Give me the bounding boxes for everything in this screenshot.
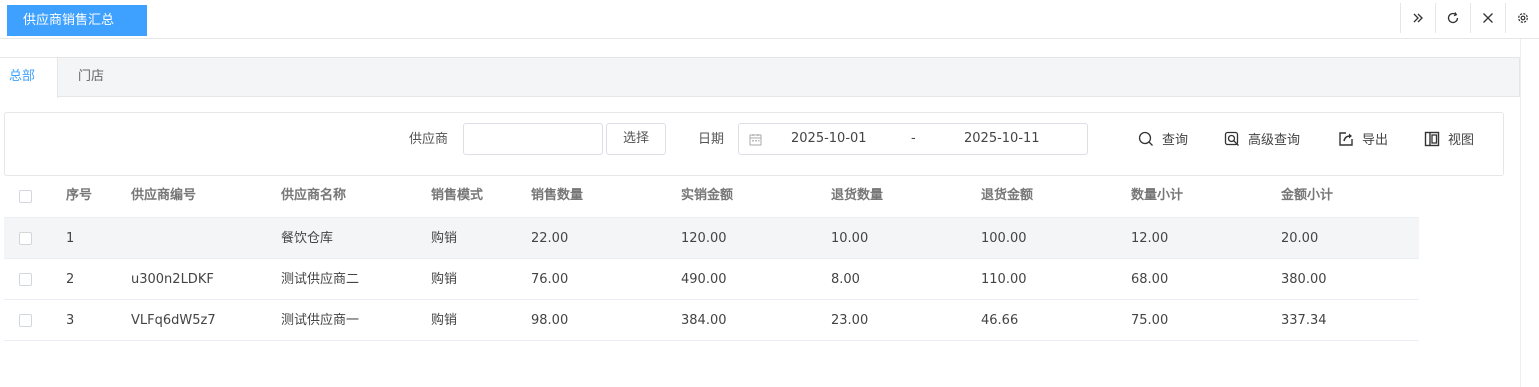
org-tabs: 总部 门店	[0, 57, 1520, 98]
cell-actual-amount: 384.00	[681, 313, 727, 328]
table-row[interactable]: 3 VLFq6dW5z7 测试供应商一 购销 98.00 384.00 23.0…	[4, 300, 1419, 341]
date-label: 日期	[698, 132, 725, 147]
date-end[interactable]: 2025-10-11	[964, 131, 1040, 146]
calendar-icon	[749, 134, 762, 146]
vertical-divider	[1520, 39, 1521, 387]
table-header: 序号 供应商编号 供应商名称 销售模式 销售数量 实销金额 退货数量 退货金额 …	[4, 176, 1419, 218]
header-supplier-code[interactable]: 供应商编号	[131, 176, 196, 217]
cell-supplier-name: 测试供应商二	[281, 272, 360, 287]
cell-sales-mode: 购销	[431, 313, 458, 328]
cell-return-amount: 110.00	[981, 272, 1027, 287]
header-actual-amount[interactable]: 实销金额	[681, 176, 733, 217]
cell-qty-subtotal: 12.00	[1131, 231, 1169, 246]
tab-stores[interactable]: 门店	[78, 58, 104, 98]
advanced-search-icon	[1224, 131, 1239, 146]
header-return-qty[interactable]: 退货数量	[831, 176, 883, 217]
cell-qty-subtotal: 75.00	[1131, 313, 1169, 328]
table-row[interactable]: 1 餐饮仓库 购销 22.00 120.00 10.00 100.00 12.0…	[4, 218, 1419, 259]
date-start[interactable]: 2025-10-01	[791, 131, 867, 146]
view-icon	[1424, 131, 1440, 146]
cell-sales-qty: 98.00	[531, 313, 569, 328]
page-tab[interactable]: 供应商销售汇总	[7, 5, 147, 36]
view-label: 视图	[1448, 133, 1475, 148]
date-range-picker[interactable]: 2025-10-01 - 2025-10-11	[738, 123, 1088, 155]
header-amount-subtotal[interactable]: 金额小计	[1281, 176, 1333, 217]
cell-sales-qty: 76.00	[531, 272, 569, 287]
search-icon	[1138, 131, 1153, 146]
filter-panel: 供应商 选择 日期 2025-10-01 - 2025-10-11 查询 高级查…	[4, 112, 1504, 176]
cell-index: 2	[66, 272, 75, 287]
header-return-amount[interactable]: 退货金额	[981, 176, 1033, 217]
cell-sales-qty: 22.00	[531, 231, 569, 246]
tab-headquarters[interactable]: 总部	[0, 58, 58, 98]
select-supplier-button[interactable]: 选择	[606, 123, 666, 155]
refresh-icon[interactable]	[1435, 3, 1470, 33]
select-all-checkbox[interactable]	[19, 190, 32, 203]
header-qty-subtotal[interactable]: 数量小计	[1131, 176, 1183, 217]
cell-return-amount: 100.00	[981, 231, 1027, 246]
header-supplier-name[interactable]: 供应商名称	[281, 176, 346, 217]
date-separator: -	[911, 131, 916, 146]
cell-index: 3	[66, 313, 75, 328]
cell-sales-mode: 购销	[431, 231, 458, 246]
cell-qty-subtotal: 68.00	[1131, 272, 1169, 287]
cell-actual-amount: 490.00	[681, 272, 727, 287]
cell-return-amount: 46.66	[981, 313, 1019, 328]
cell-return-qty: 8.00	[831, 272, 860, 287]
cell-actual-amount: 120.00	[681, 231, 727, 246]
cell-index: 1	[66, 231, 75, 246]
top-tab-bar: 供应商销售汇总	[0, 0, 1539, 39]
cell-amount-subtotal: 337.34	[1281, 313, 1327, 328]
top-actions	[1400, 3, 1539, 33]
cell-return-qty: 10.00	[831, 231, 869, 246]
cell-supplier-code: VLFq6dW5z7	[131, 313, 216, 328]
cell-supplier-name: 测试供应商一	[281, 313, 360, 328]
advanced-query-label: 高级查询	[1248, 133, 1301, 148]
expand-icon[interactable]	[1400, 3, 1435, 33]
export-icon	[1339, 131, 1353, 146]
cell-sales-mode: 购销	[431, 272, 458, 287]
export-button[interactable]: 导出	[1338, 129, 1388, 148]
row-checkbox[interactable]	[19, 314, 32, 327]
row-checkbox[interactable]	[19, 232, 32, 245]
advanced-query-button[interactable]: 高级查询	[1224, 129, 1300, 148]
supplier-input[interactable]	[463, 123, 603, 155]
cell-supplier-name: 餐饮仓库	[281, 231, 334, 246]
view-button[interactable]: 视图	[1424, 129, 1474, 148]
close-icon[interactable]	[1470, 3, 1505, 33]
sales-summary-table: 序号 供应商编号 供应商名称 销售模式 销售数量 实销金额 退货数量 退货金额 …	[4, 176, 1419, 341]
query-label: 查询	[1162, 133, 1189, 148]
header-sales-mode[interactable]: 销售模式	[431, 176, 483, 217]
settings-icon[interactable]	[1505, 3, 1539, 33]
cell-return-qty: 23.00	[831, 313, 869, 328]
header-sales-qty[interactable]: 销售数量	[531, 176, 583, 217]
supplier-label: 供应商	[409, 132, 449, 147]
query-button[interactable]: 查询	[1138, 129, 1188, 148]
cell-amount-subtotal: 380.00	[1281, 272, 1327, 287]
header-index[interactable]: 序号	[66, 176, 92, 217]
row-checkbox[interactable]	[19, 273, 32, 286]
cell-supplier-code: u300n2LDKF	[131, 272, 214, 287]
table-row[interactable]: 2 u300n2LDKF 测试供应商二 购销 76.00 490.00 8.00…	[4, 259, 1419, 300]
export-label: 导出	[1362, 133, 1389, 148]
cell-amount-subtotal: 20.00	[1281, 231, 1319, 246]
